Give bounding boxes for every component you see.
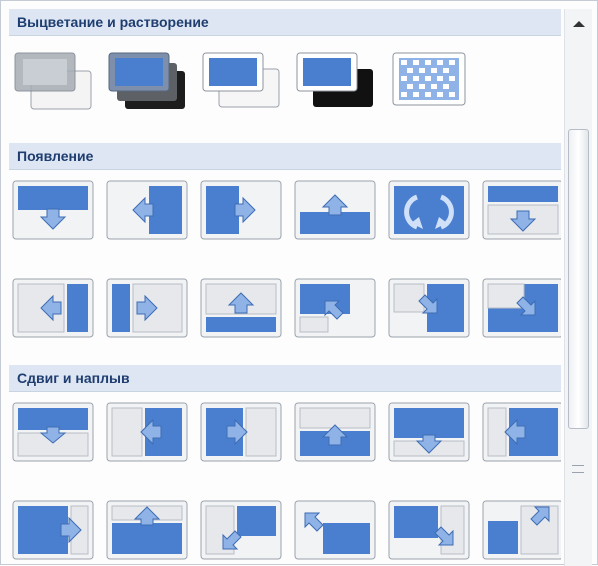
fade-through-black-icon[interactable]	[105, 49, 189, 111]
fade-smoothly-icon[interactable]	[11, 49, 95, 111]
uncover-down-left-icon[interactable]	[199, 499, 283, 561]
uncover-down-right-icon[interactable]	[387, 499, 471, 561]
cover-up-icon[interactable]	[293, 179, 377, 241]
transition-gallery: Выцветание и растворение Появление Сдвиг…	[0, 0, 598, 566]
shift-up-icon[interactable]	[293, 401, 377, 463]
fade-through-black-wipe-icon[interactable]	[293, 49, 377, 111]
push-down-icon[interactable]	[481, 179, 561, 241]
uncover-up-icon[interactable]	[105, 499, 189, 561]
scrollbar-thumb[interactable]	[568, 129, 589, 429]
fade-wipe-icon[interactable]	[199, 49, 283, 111]
cover-down-right-icon[interactable]	[481, 277, 561, 339]
push-right-icon[interactable]	[105, 277, 189, 339]
cover-down-icon[interactable]	[11, 179, 95, 241]
dissolve-icon[interactable]	[387, 49, 471, 111]
uncover-left-icon[interactable]	[481, 401, 561, 463]
section-title: Появление	[17, 148, 94, 164]
section-title: Выцветание и растворение	[17, 14, 209, 30]
uncover-right-icon[interactable]	[11, 499, 95, 561]
cover-up-left-icon[interactable]	[293, 277, 377, 339]
uncover-down-icon[interactable]	[387, 401, 471, 463]
scroll-grip-icon	[572, 465, 584, 473]
shift-left-icon[interactable]	[105, 401, 189, 463]
cover-left-icon[interactable]	[105, 179, 189, 241]
shift-right-icon[interactable]	[199, 401, 283, 463]
vertical-scrollbar[interactable]	[564, 9, 592, 566]
uncover-up-left-icon[interactable]	[293, 499, 377, 561]
push-left-icon[interactable]	[11, 277, 95, 339]
section-header-appear: Появление	[9, 143, 561, 170]
section-header-fade: Выцветание и растворение	[9, 9, 561, 36]
cover-up-right-icon[interactable]	[387, 277, 471, 339]
scroll-up-arrow-icon[interactable]	[565, 9, 592, 39]
cover-rotate-icon[interactable]	[387, 179, 471, 241]
uncover-up-right-icon[interactable]	[481, 499, 561, 561]
transition-list: Выцветание и растворение Появление Сдвиг…	[9, 9, 561, 566]
cover-right-icon[interactable]	[199, 179, 283, 241]
section-header-shift: Сдвиг и наплыв	[9, 365, 561, 392]
push-up-icon[interactable]	[199, 277, 283, 339]
shift-down-icon[interactable]	[11, 401, 95, 463]
section-title: Сдвиг и наплыв	[17, 370, 130, 386]
